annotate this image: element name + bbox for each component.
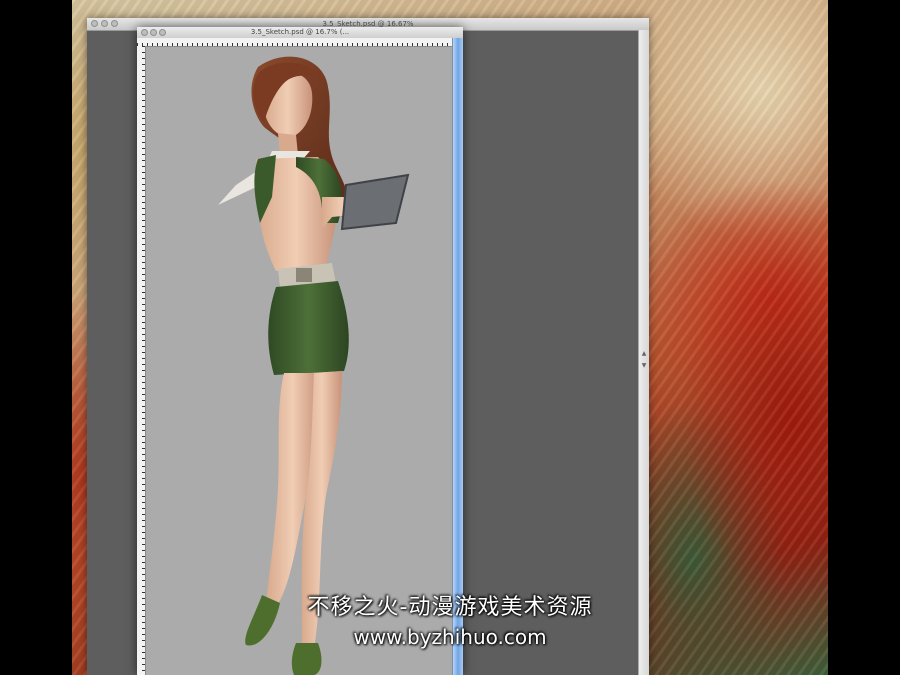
letterbox-right (828, 0, 900, 675)
horizontal-ruler[interactable] (137, 38, 453, 47)
document-canvas[interactable] (146, 47, 453, 675)
minimize-icon[interactable] (150, 29, 157, 36)
character-illustration (218, 56, 410, 675)
close-icon[interactable] (141, 29, 148, 36)
back-window-scrollbar[interactable]: ▲ ▼ (638, 30, 649, 675)
front-window-scrollbar[interactable] (452, 38, 463, 675)
scroll-down-icon[interactable]: ▼ (640, 362, 648, 370)
watermark: 不移之火-动漫游戏美术资源 www.byzhihuo.com (300, 594, 600, 652)
front-window-title: 3.5_Sketch.psd @ 16.7% (... (250, 28, 350, 36)
close-icon[interactable] (91, 20, 98, 27)
scroll-up-icon[interactable]: ▲ (640, 350, 648, 358)
letterbox-left (0, 0, 72, 675)
watermark-url: www.byzhihuo.com (353, 625, 547, 649)
zoom-icon[interactable] (159, 29, 166, 36)
front-document-window[interactable]: 3.5_Sketch.psd @ 16.7% (... (137, 27, 463, 675)
watermark-title: 不移之火-动漫游戏美术资源 (307, 595, 593, 620)
vertical-ruler[interactable] (137, 46, 146, 675)
zoom-icon[interactable] (111, 20, 118, 27)
minimize-icon[interactable] (101, 20, 108, 27)
